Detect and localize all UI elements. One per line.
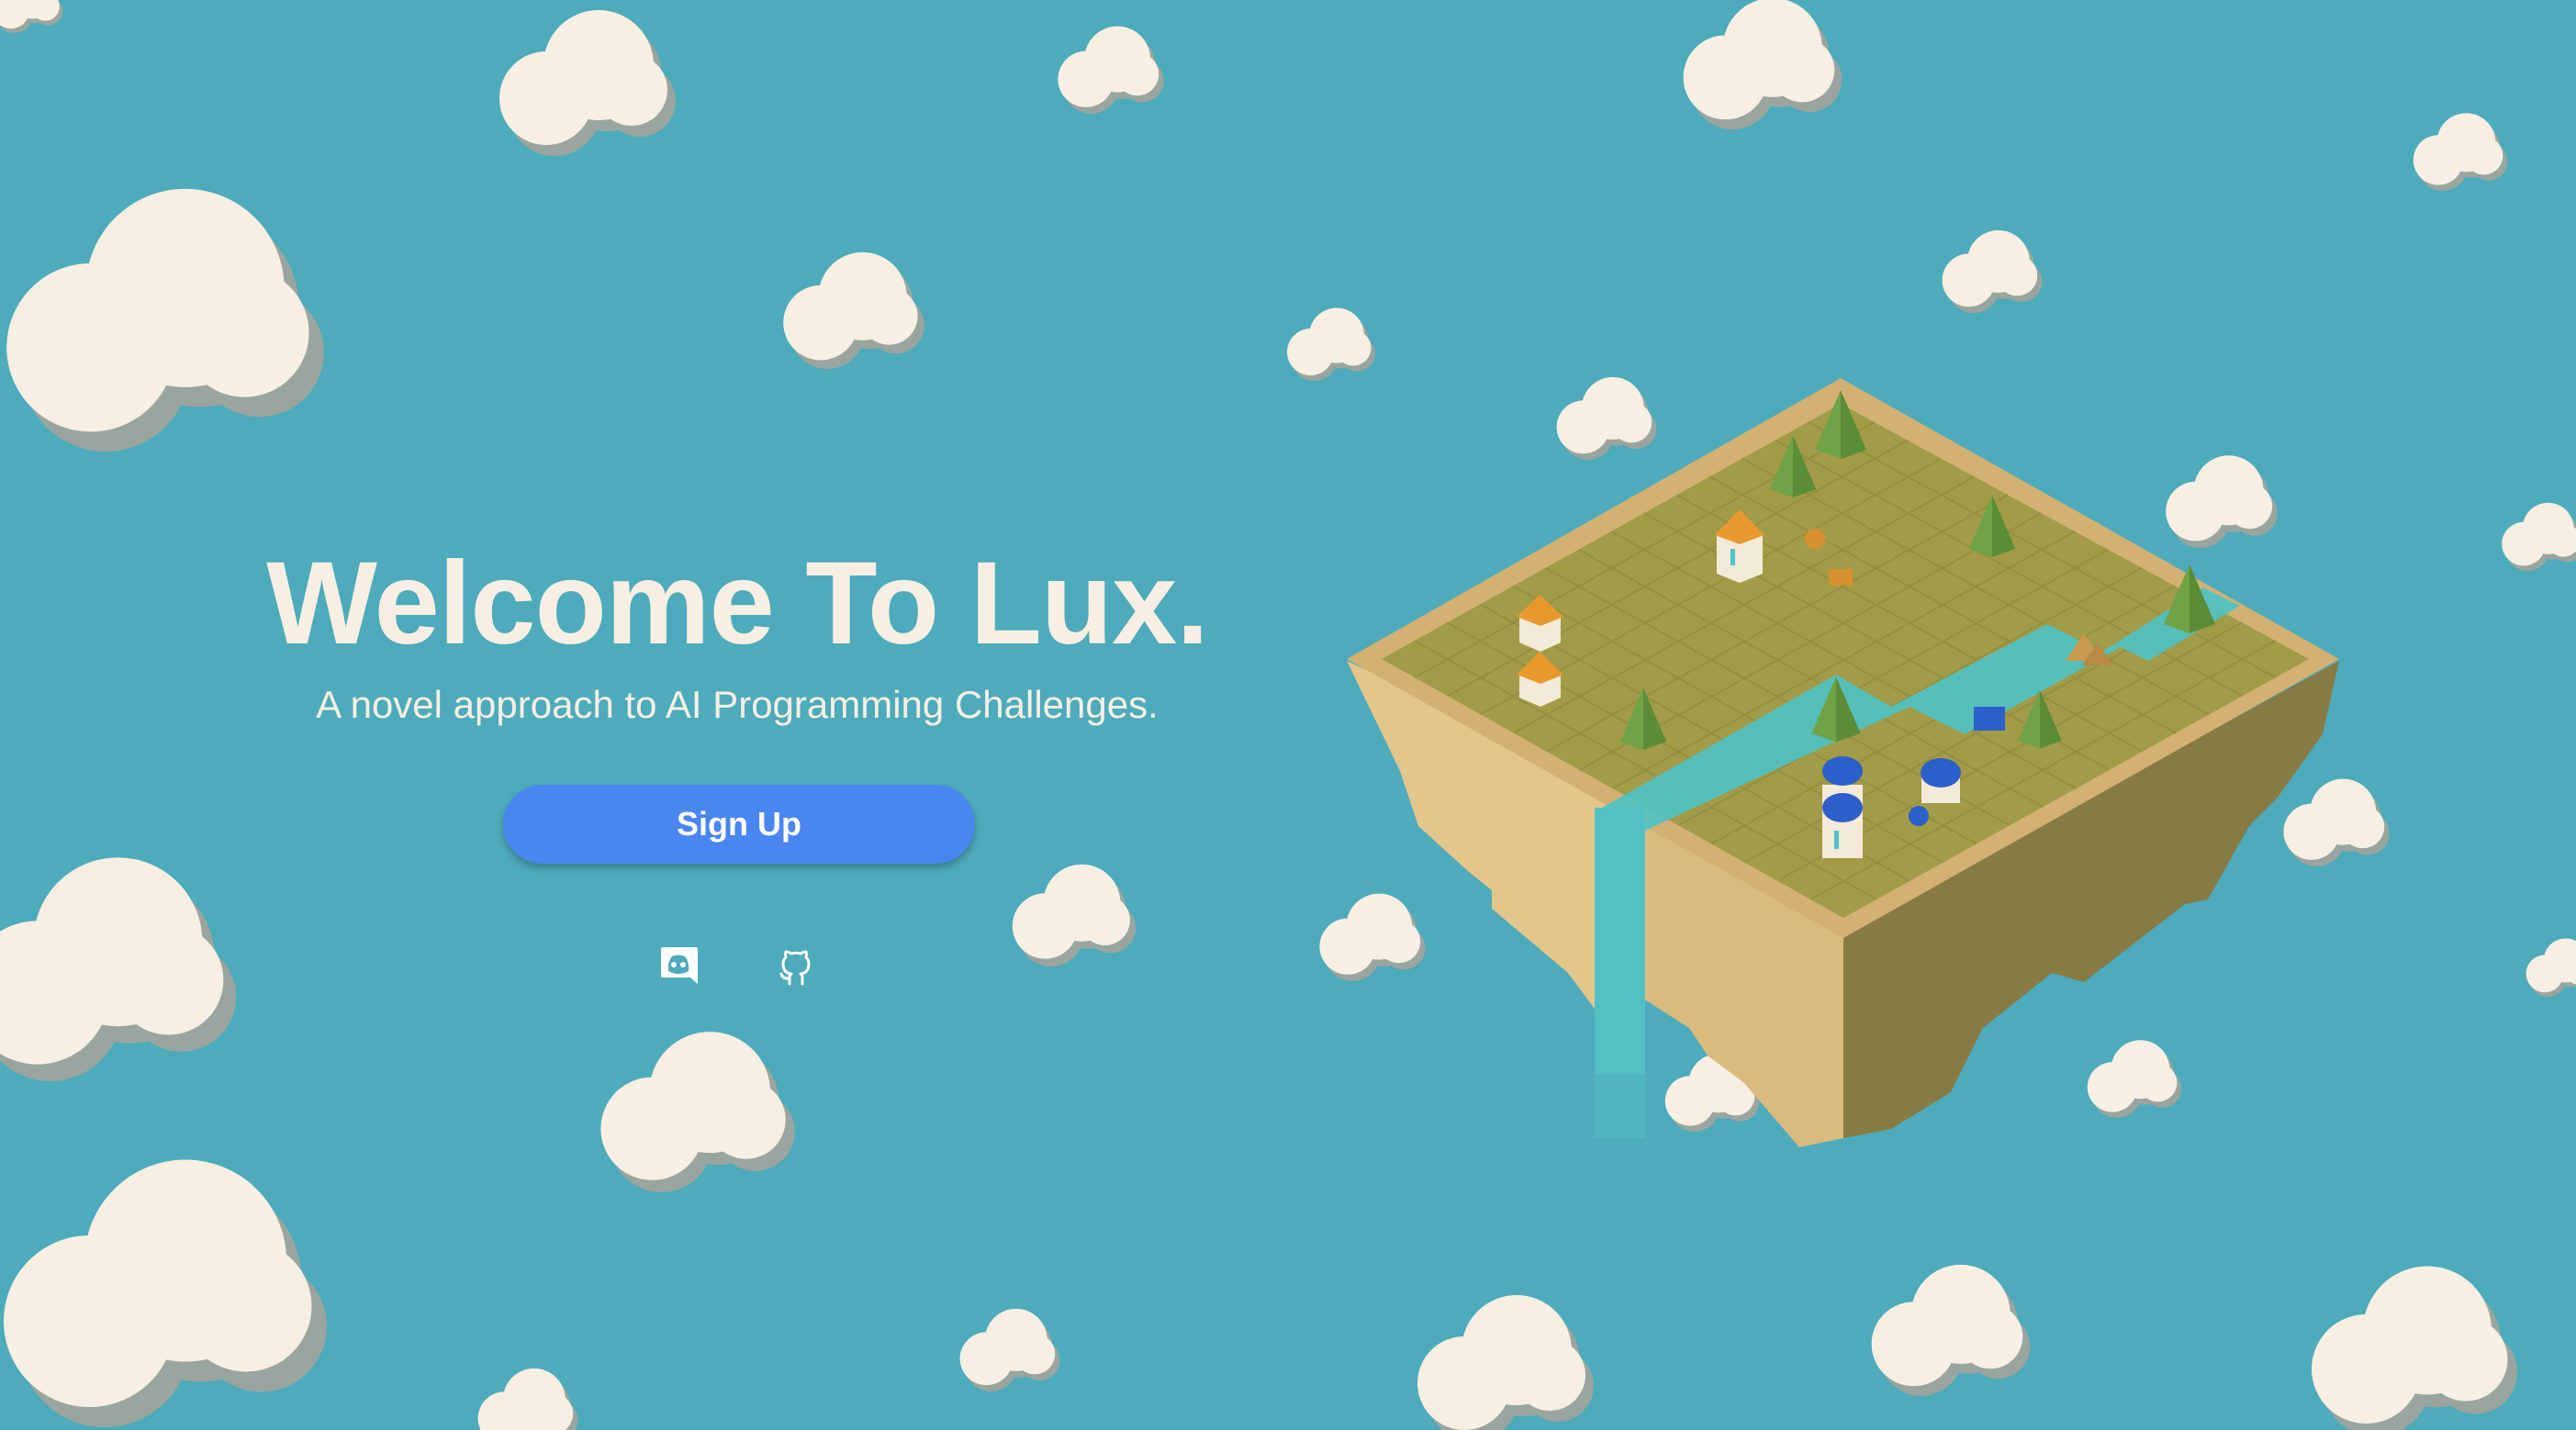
cloud — [783, 251, 924, 369]
sign-up-button[interactable]: Sign Up — [503, 785, 975, 864]
cloud — [0, 0, 63, 33]
cloud — [600, 1032, 795, 1192]
floating-island-illustration — [1347, 378, 2339, 1147]
cloud — [6, 188, 324, 452]
cloud — [4, 1159, 327, 1427]
cloud — [959, 1308, 1060, 1391]
cloud — [2526, 938, 2576, 997]
cloud — [0, 857, 237, 1081]
cloud — [499, 10, 676, 156]
cloud — [1417, 1295, 1594, 1430]
cloud — [2502, 502, 2576, 571]
cloud — [1287, 307, 1375, 381]
cloud — [1871, 1264, 2031, 1396]
blue-dome-house — [1921, 758, 1961, 803]
page-title: Welcome To Lux. — [266, 538, 1209, 669]
cloud — [477, 1368, 578, 1430]
github-icon[interactable] — [775, 945, 817, 988]
cloud — [1942, 229, 2043, 313]
cloud — [2312, 1266, 2517, 1430]
cloud — [1683, 0, 1842, 130]
discord-icon[interactable] — [657, 945, 700, 988]
page-subtitle: A novel approach to AI Programming Chall… — [316, 683, 1159, 726]
cloud — [1012, 864, 1137, 966]
blue-tower — [1822, 756, 1863, 858]
cloud — [1058, 26, 1164, 114]
cloud — [2413, 113, 2508, 191]
